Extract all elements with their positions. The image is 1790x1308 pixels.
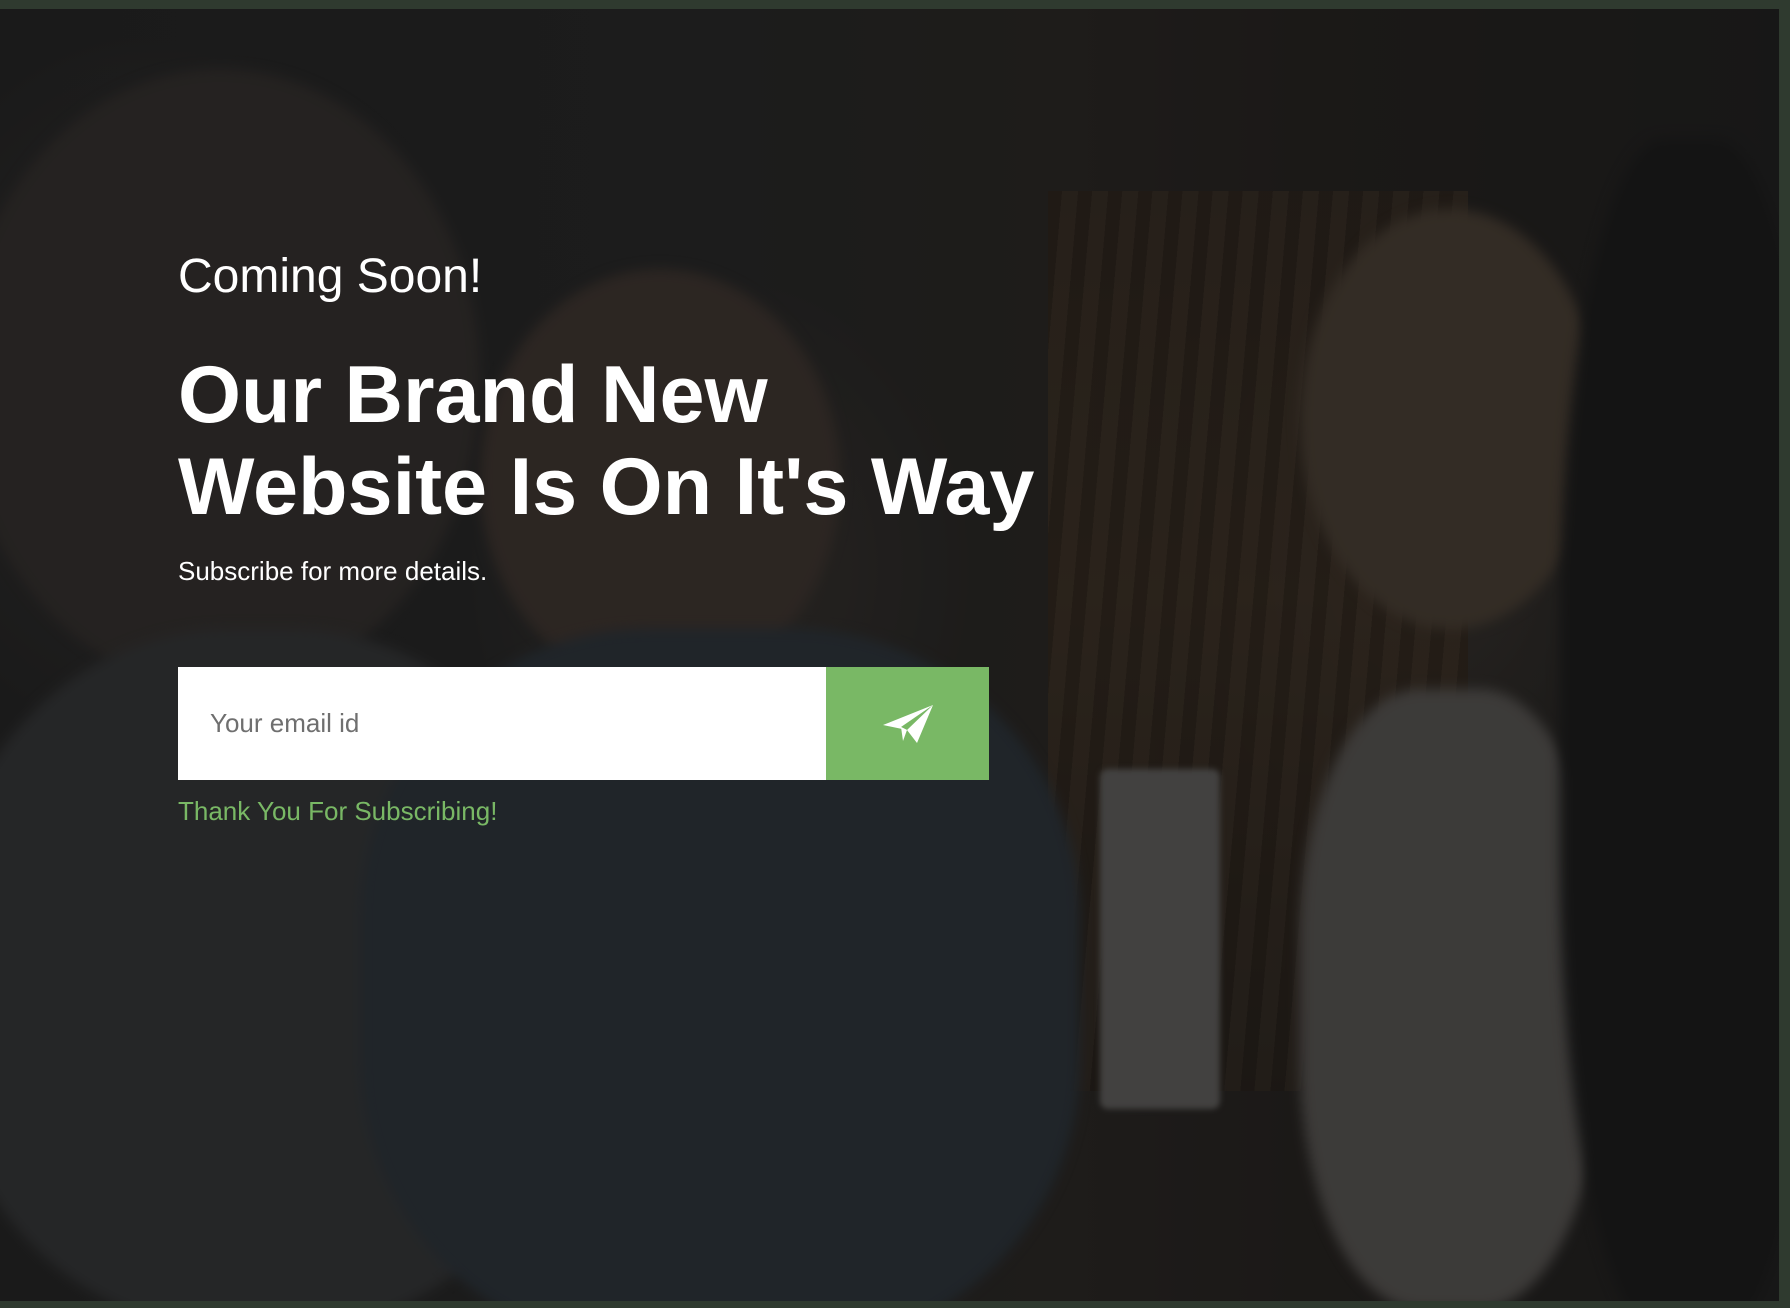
- subscribe-subtext: Subscribe for more details.: [178, 556, 488, 586]
- subscribe-button[interactable]: [826, 667, 989, 780]
- subscribe-form: [178, 667, 989, 780]
- subscribe-success-message: Thank You For Subscribing!: [178, 796, 498, 826]
- background-overlay: [0, 9, 1779, 1301]
- page-headline: Our Brand New Website Is On It's Way: [178, 349, 1034, 533]
- hero-section: Coming Soon! Our Brand New Website Is On…: [0, 9, 1779, 1301]
- page: Coming Soon! Our Brand New Website Is On…: [0, 0, 1790, 1308]
- paper-plane-icon: [882, 704, 933, 743]
- headline-line-1: Our Brand New: [178, 350, 768, 440]
- email-input[interactable]: [178, 667, 826, 780]
- coming-soon-label: Coming Soon!: [178, 250, 483, 303]
- headline-line-2: Website Is On It's Way: [178, 442, 1035, 532]
